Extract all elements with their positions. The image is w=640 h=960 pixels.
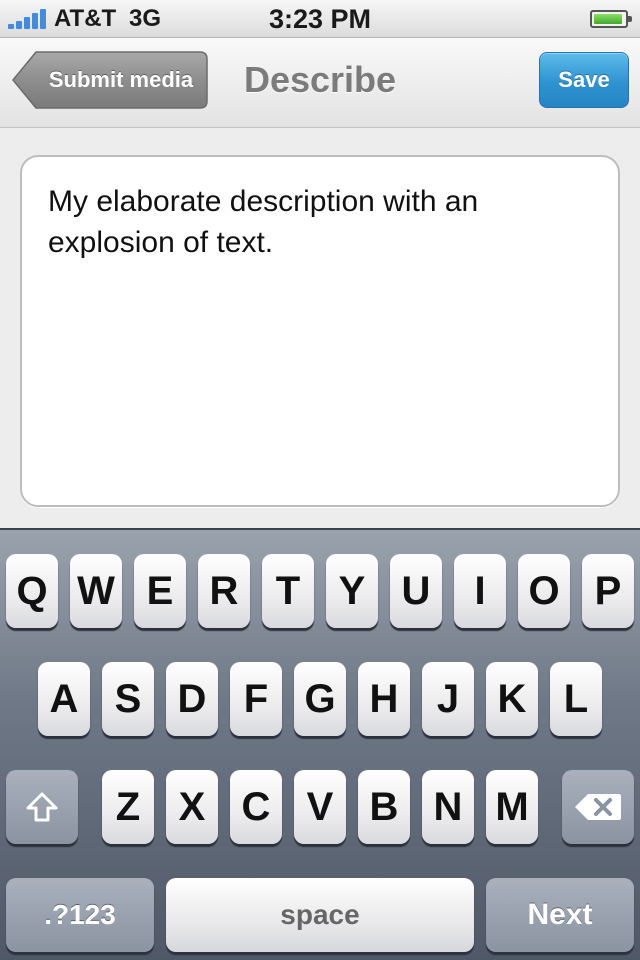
backspace-icon — [575, 794, 621, 820]
back-button-label: Submit media — [48, 67, 194, 92]
save-button[interactable]: Save — [539, 52, 629, 108]
key-d[interactable]: D — [166, 662, 218, 736]
key-k[interactable]: K — [486, 662, 538, 736]
keyboard: Q W E R T Y U I O P A S D F G H J K L Z … — [0, 528, 640, 960]
key-i[interactable]: I — [454, 554, 506, 628]
key-v[interactable]: V — [294, 770, 346, 844]
key-c[interactable]: C — [230, 770, 282, 844]
content-area: My elaborate description with an explosi… — [0, 128, 640, 528]
key-m[interactable]: M — [486, 770, 538, 844]
space-key[interactable]: space — [166, 878, 474, 952]
back-button[interactable]: Submit media — [12, 51, 208, 109]
key-e[interactable]: E — [134, 554, 186, 628]
key-o[interactable]: O — [518, 554, 570, 628]
key-q[interactable]: Q — [6, 554, 58, 628]
key-a[interactable]: A — [38, 662, 90, 736]
key-z[interactable]: Z — [102, 770, 154, 844]
key-n[interactable]: N — [422, 770, 474, 844]
key-w[interactable]: W — [70, 554, 122, 628]
key-g[interactable]: G — [294, 662, 346, 736]
key-p[interactable]: P — [582, 554, 634, 628]
key-r[interactable]: R — [198, 554, 250, 628]
key-x[interactable]: X — [166, 770, 218, 844]
status-time: 3:23 PM — [268, 4, 372, 34]
key-b[interactable]: B — [358, 770, 410, 844]
battery-icon — [590, 10, 632, 28]
page-title: Describe — [243, 59, 397, 100]
key-t[interactable]: T — [262, 554, 314, 628]
key-j[interactable]: J — [422, 662, 474, 736]
description-textarea[interactable]: My elaborate description with an explosi… — [20, 155, 620, 507]
navigation-bar: Submit media Describe Save — [0, 38, 640, 128]
key-l[interactable]: L — [550, 662, 602, 736]
key-f[interactable]: F — [230, 662, 282, 736]
shift-arrow-icon — [26, 792, 58, 822]
key-y[interactable]: Y — [326, 554, 378, 628]
numbers-key[interactable]: .?123 — [6, 878, 154, 952]
delete-key[interactable] — [562, 770, 634, 844]
key-s[interactable]: S — [102, 662, 154, 736]
next-key[interactable]: Next — [486, 878, 634, 952]
status-bar: AT&T 3G 3:23 PM — [0, 0, 640, 38]
key-h[interactable]: H — [358, 662, 410, 736]
shift-key[interactable] — [6, 770, 78, 844]
key-u[interactable]: U — [390, 554, 442, 628]
